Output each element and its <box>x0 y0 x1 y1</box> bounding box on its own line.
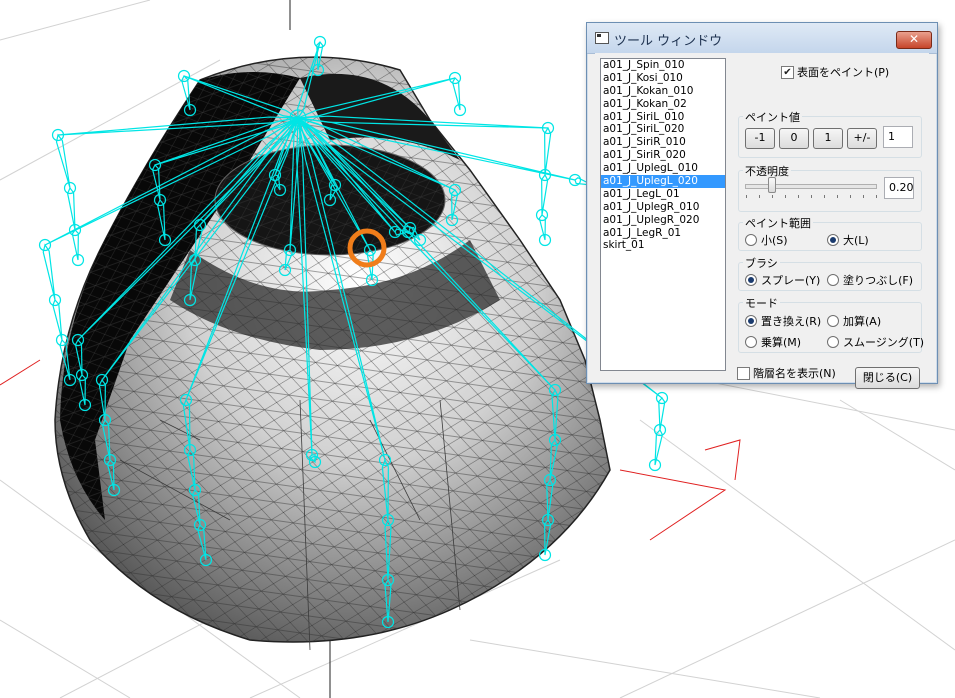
radio-large-icon <box>827 234 839 246</box>
mode-replace-radio[interactable]: 置き換え(R) <box>745 313 821 329</box>
radio-spray-icon <box>745 274 757 286</box>
bone-list-item[interactable]: a01_J_LegR_01 <box>601 227 725 240</box>
slider-tick <box>837 195 838 198</box>
bone-list-item[interactable]: a01_J_Spin_010 <box>601 59 725 72</box>
tool-window-client: a01_J_Spin_010 a01_J_Kosi_010 a01_J_Kokan_… <box>595 53 929 389</box>
paint-value-input[interactable]: 1 <box>883 126 913 148</box>
paint-range-large-radio[interactable]: 大(L) <box>827 232 869 248</box>
bone-segment[interactable] <box>66 186 76 231</box>
paint-value-label: ペイント値 <box>743 109 802 125</box>
show-hierarchy-checkbox[interactable]: 階層名を表示(N) <box>737 365 836 381</box>
opacity-label: 不透明度 <box>743 163 791 179</box>
opacity-group: 不透明度 0.20 <box>738 163 922 212</box>
close-dialog-button[interactable]: 閉じる(C) <box>855 367 920 389</box>
mode-multiply-radio[interactable]: 乗算(M) <box>745 334 801 350</box>
bone-list-item[interactable]: a01_J_SiriL_020 <box>601 123 725 136</box>
radio-replace-icon <box>745 315 757 327</box>
slider-tick <box>850 195 851 198</box>
brush-label: ブラシ <box>743 255 780 271</box>
radio-fill-icon <box>827 274 839 286</box>
bone-list-item[interactable]: a01_J_UplegL_020 <box>601 175 725 188</box>
check-icon: ✔ <box>781 65 794 79</box>
opacity-slider-thumb[interactable] <box>768 177 776 193</box>
tool-window[interactable]: ツール ウィンドウ ✕ a01_J_Spin_010 a01_J_Kosi_010… <box>586 22 938 389</box>
slider-tick <box>759 195 760 198</box>
mode-add-radio[interactable]: 加算(A) <box>827 313 881 329</box>
paint-value-toggle-button[interactable]: +/- <box>847 128 877 149</box>
mode-add-label: 加算(A) <box>843 315 882 328</box>
bone-list-item[interactable]: a01_J_Kokan_010 <box>601 85 725 98</box>
slider-tick <box>876 195 877 198</box>
paint-range-small-label: 小(S) <box>761 234 788 247</box>
brush-spray-label: スプレー(Y) <box>761 274 821 287</box>
radio-smooth-icon <box>827 336 839 348</box>
mode-smooth-radio[interactable]: スムージング(T) <box>827 334 924 350</box>
bone-list-item[interactable]: a01_J_Kokan_02 <box>601 98 725 111</box>
bone-segment[interactable] <box>42 243 56 301</box>
close-button[interactable]: ✕ <box>896 31 932 49</box>
slider-tick <box>811 195 812 198</box>
bone-list-item[interactable]: a01_J_LegL_01 <box>601 188 725 201</box>
opacity-value-input[interactable]: 0.20 <box>884 177 914 199</box>
show-hierarchy-label: 階層名を表示(N) <box>753 367 836 380</box>
bone-list-item[interactable]: a01_J_UplegR_020 <box>601 214 725 227</box>
bone-list-item[interactable]: a01_J_Kosi_010 <box>601 72 725 85</box>
paint-surface-label: 表面をペイント(P) <box>797 66 890 79</box>
bone-list-item[interactable]: skirt_01 <box>601 239 725 252</box>
mode-label: モード <box>743 295 780 311</box>
bone-list-item[interactable]: a01_J_UplegR_010 <box>601 201 725 214</box>
slider-tick <box>772 195 773 198</box>
radio-add-icon <box>827 315 839 327</box>
bone-list-item[interactable]: a01_J_SiriL_010 <box>601 111 725 124</box>
checkbox-empty-icon <box>737 366 750 380</box>
slider-tick <box>785 195 786 198</box>
bone-list-item[interactable]: a01_J_SiriR_010 <box>601 136 725 149</box>
window-title: ツール ウィンドウ <box>614 34 723 49</box>
paint-value-one-button[interactable]: 1 <box>813 128 843 149</box>
mode-replace-label: 置き換え(R) <box>761 315 822 328</box>
mode-multiply-label: 乗算(M) <box>761 336 802 349</box>
window-icon <box>595 32 609 44</box>
paint-range-large-label: 大(L) <box>843 234 869 247</box>
brush-spray-radio[interactable]: スプレー(Y) <box>745 272 820 288</box>
slider-tick <box>798 195 799 198</box>
paint-range-label: ペイント範囲 <box>743 215 813 231</box>
brush-fill-label: 塗りつぶし(F) <box>843 274 914 287</box>
brush-group: ブラシ スプレー(Y) 塗りつぶし(F) <box>738 255 922 291</box>
brush-fill-radio[interactable]: 塗りつぶし(F) <box>827 272 913 288</box>
paint-value-zero-button[interactable]: 0 <box>779 128 809 149</box>
paint-value-group: ペイント値 -1 0 1 +/- 1 <box>738 109 922 158</box>
bone-segment[interactable] <box>544 126 552 176</box>
paint-surface-checkbox[interactable]: ✔ 表面をペイント(P) <box>781 64 889 80</box>
skirt-mesh[interactable] <box>54 56 611 651</box>
paint-value-minus-one-button[interactable]: -1 <box>745 128 775 149</box>
bone-list[interactable]: a01_J_Spin_010 a01_J_Kosi_010 a01_J_Kokan_… <box>600 58 726 371</box>
opacity-slider-track[interactable] <box>745 184 877 189</box>
slider-tick <box>824 195 825 198</box>
bone-list-item[interactable]: a01_J_SiriR_020 <box>601 149 725 162</box>
slider-tick <box>863 195 864 198</box>
mode-smooth-label: スムージング(T) <box>843 336 925 349</box>
bone-list-item[interactable]: a01_J_UplegL_010 <box>601 162 725 175</box>
paint-range-small-radio[interactable]: 小(S) <box>745 232 788 248</box>
mode-group: モード 置き換え(R) 加算(A) 乗算(M) スムージング(T) <box>738 295 924 353</box>
radio-small-icon <box>745 234 757 246</box>
paint-range-group: ペイント範囲 小(S) 大(L) <box>738 215 922 251</box>
title-bar[interactable]: ツール ウィンドウ ✕ <box>587 23 937 54</box>
slider-tick <box>746 195 747 198</box>
radio-multiply-icon <box>745 336 757 348</box>
